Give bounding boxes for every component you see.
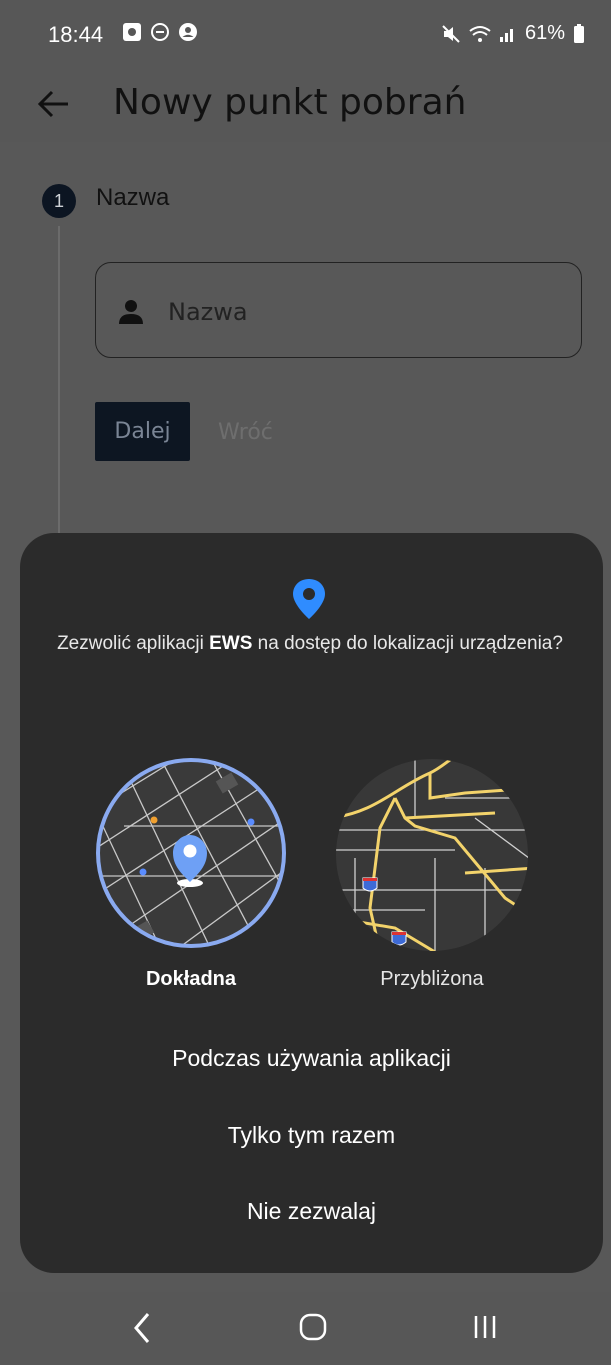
- name-field-placeholder: Nazwa: [168, 298, 248, 326]
- nav-recent-apps-icon[interactable]: [470, 1312, 500, 1342]
- status-time: 18:44: [48, 22, 104, 47]
- dialog-message: Zezwolić aplikacji EWS na dostęp do loka…: [40, 632, 580, 656]
- back-button[interactable]: Wróć: [218, 420, 273, 445]
- approximate-location-map[interactable]: [335, 758, 529, 952]
- deny-button[interactable]: Nie zezwalaj: [20, 1198, 603, 1225]
- signal-icon: [499, 28, 513, 42]
- nav-back-icon[interactable]: [130, 1310, 154, 1346]
- approximate-option-label[interactable]: Przybliżona: [335, 968, 529, 991]
- status-icons-right: 61%: [441, 22, 585, 45]
- step-connector-line: [58, 226, 60, 536]
- dialog-app-name: EWS: [209, 633, 253, 654]
- battery-percent: 61%: [524, 22, 565, 44]
- notification-app-icon: [123, 23, 141, 41]
- page-title: Nowy punkt pobrań: [113, 82, 467, 123]
- allow-while-using-button[interactable]: Podczas używania aplikacji: [20, 1045, 603, 1072]
- dialog-message-prefix: Zezwolić aplikacji: [57, 633, 210, 654]
- next-button[interactable]: Dalej: [95, 402, 190, 461]
- step-label: Nazwa: [96, 184, 170, 211]
- status-icons-left: [122, 22, 198, 42]
- person-icon: [119, 300, 143, 324]
- precise-option-label[interactable]: Dokładna: [94, 968, 288, 991]
- app-bar: Nowy punkt pobrań: [0, 70, 611, 142]
- account-icon: [179, 23, 197, 41]
- status-bar: 18:44 61%: [0, 0, 611, 80]
- system-navigation-bar: [0, 1292, 611, 1365]
- step-number-badge: 1: [42, 184, 76, 218]
- precise-location-map[interactable]: [94, 756, 288, 950]
- do-not-disturb-icon: [151, 23, 169, 41]
- back-arrow-icon[interactable]: [34, 84, 74, 124]
- nav-home-icon[interactable]: [298, 1312, 328, 1342]
- dialog-message-suffix: na dostęp do lokalizacji urządzenia?: [252, 633, 563, 654]
- battery-icon: [574, 23, 584, 43]
- wifi-icon: [469, 25, 491, 42]
- mute-icon: [442, 24, 460, 43]
- location-pin-icon: [293, 579, 325, 619]
- allow-once-button[interactable]: Tylko tym razem: [20, 1122, 603, 1149]
